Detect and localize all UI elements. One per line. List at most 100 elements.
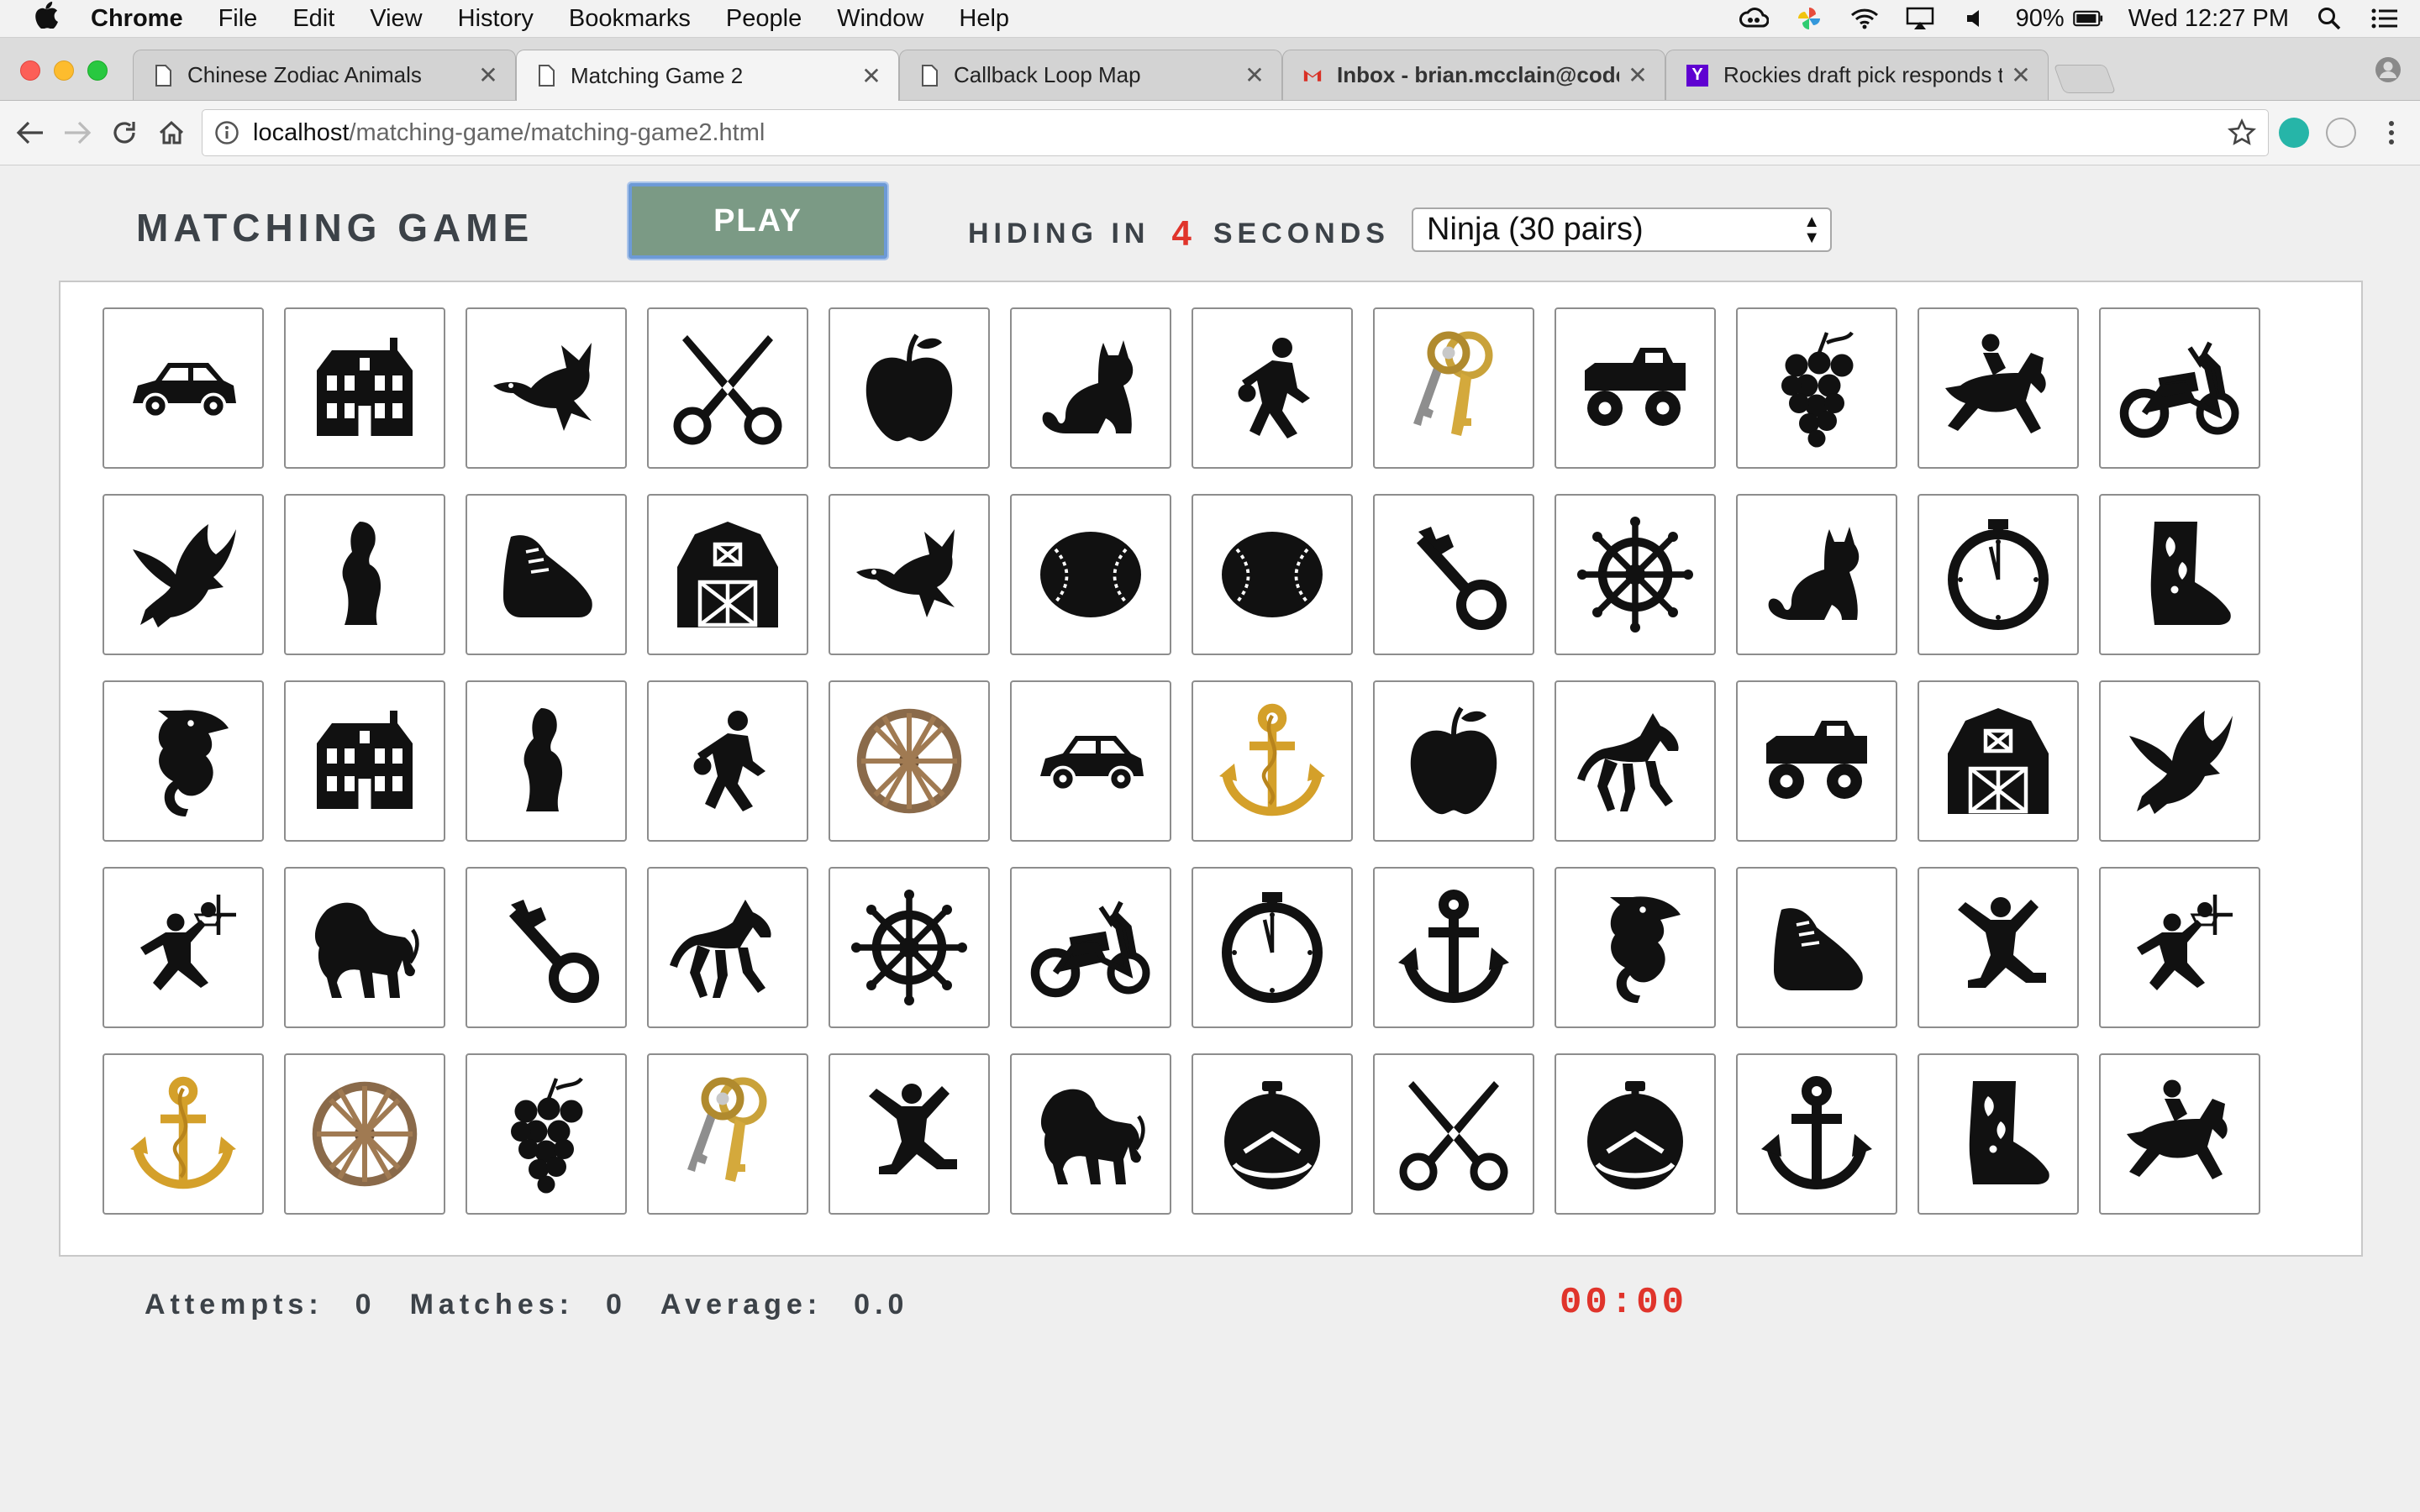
card-seahorse[interactable] [103, 680, 264, 842]
back-arrow-icon[interactable] [13, 116, 47, 150]
close-window-button[interactable] [20, 60, 40, 81]
card-basketball-player[interactable] [647, 680, 808, 842]
card-wagon-wheel[interactable] [829, 680, 990, 842]
card-anchor[interactable] [1373, 867, 1534, 1028]
card-cowboy-boot[interactable] [2099, 494, 2260, 655]
spotlight-search-icon[interactable] [2314, 7, 2344, 30]
wifi-icon[interactable] [1849, 7, 1880, 30]
card-grapes[interactable] [466, 1053, 627, 1215]
menu-bookmarks[interactable]: Bookmarks [569, 5, 691, 33]
card-keys[interactable] [1373, 307, 1534, 469]
menu-help[interactable]: Help [959, 5, 1009, 33]
tab-callback-loop-map[interactable]: Callback Loop Map ✕ [899, 50, 1282, 100]
close-tab-icon[interactable]: ✕ [1628, 61, 1648, 89]
forward-arrow-icon[interactable] [60, 116, 94, 150]
card-barn[interactable] [647, 494, 808, 655]
card-eagle[interactable] [103, 494, 264, 655]
card-wagon-wheel[interactable] [284, 1053, 445, 1215]
card-monster-truck[interactable] [1555, 307, 1716, 469]
card-jumper[interactable] [1918, 867, 2079, 1028]
card-key[interactable] [466, 867, 627, 1028]
card-basketball-player[interactable] [1192, 307, 1353, 469]
airplay-icon[interactable] [1905, 7, 1935, 30]
card-scissors[interactable] [647, 307, 808, 469]
card-cat[interactable] [1010, 307, 1171, 469]
extension-teal-icon[interactable] [2279, 118, 2309, 148]
menu-view[interactable]: View [370, 5, 422, 33]
card-baseball[interactable] [1010, 494, 1171, 655]
card-gold-anchor[interactable] [1192, 680, 1353, 842]
card-grapes[interactable] [1736, 307, 1897, 469]
card-keys[interactable] [647, 1053, 808, 1215]
card-lion[interactable] [1010, 1053, 1171, 1215]
chrome-menu-icon[interactable] [2375, 116, 2408, 150]
tab-yahoo-rockies[interactable]: Y Rockies draft pick responds to ✕ [1665, 50, 2049, 100]
menu-people[interactable]: People [726, 5, 802, 33]
bookmark-star-icon[interactable] [2227, 118, 2257, 147]
card-house[interactable] [284, 307, 445, 469]
card-cat[interactable] [1736, 494, 1897, 655]
card-baseball[interactable] [1192, 494, 1353, 655]
play-button[interactable]: PLAY [627, 181, 889, 260]
zoom-window-button[interactable] [87, 60, 108, 81]
pinwheel-icon[interactable] [1794, 7, 1824, 30]
creative-cloud-icon[interactable] [1739, 7, 1769, 30]
card-horse[interactable] [1555, 680, 1716, 842]
close-tab-icon[interactable]: ✕ [1244, 61, 1265, 89]
card-anchor[interactable] [1736, 1053, 1897, 1215]
card-barn[interactable] [1918, 680, 2079, 842]
card-sneaker[interactable] [1736, 867, 1897, 1028]
card-thinker[interactable] [466, 680, 627, 842]
card-pocket-watch[interactable] [1555, 1053, 1716, 1215]
card-house[interactable] [284, 680, 445, 842]
card-cowboy-boot[interactable] [1918, 1053, 2079, 1215]
tab-gmail-inbox[interactable]: Inbox - brian.mcclain@codeim ✕ [1282, 50, 1665, 100]
card-apple[interactable] [829, 307, 990, 469]
card-jumper[interactable] [829, 1053, 990, 1215]
card-horse[interactable] [647, 867, 808, 1028]
card-jockey[interactable] [2099, 1053, 2260, 1215]
card-slam-dunk[interactable] [2099, 867, 2260, 1028]
menu-edit[interactable]: Edit [292, 5, 334, 33]
card-pocket-watch[interactable] [1192, 1053, 1353, 1215]
volume-icon[interactable] [1960, 7, 1991, 30]
card-eagle[interactable] [2099, 680, 2260, 842]
card-ship-wheel[interactable] [829, 867, 990, 1028]
card-car[interactable] [1010, 680, 1171, 842]
menu-history[interactable]: History [458, 5, 534, 33]
card-stopwatch[interactable] [1918, 494, 2079, 655]
card-apple[interactable] [1373, 680, 1534, 842]
card-thinker[interactable] [284, 494, 445, 655]
close-tab-icon[interactable]: ✕ [861, 62, 881, 90]
card-jockey[interactable] [1918, 307, 2079, 469]
app-menu-chrome[interactable]: Chrome [91, 5, 183, 33]
reload-icon[interactable] [108, 116, 141, 150]
card-scissors[interactable] [1373, 1053, 1534, 1215]
extension-gray-icon[interactable] [2326, 118, 2356, 148]
card-gold-anchor[interactable] [103, 1053, 264, 1215]
card-seahorse[interactable] [1555, 867, 1716, 1028]
battery-icon[interactable] [2072, 7, 2103, 30]
card-motorcycle[interactable] [1010, 867, 1171, 1028]
close-tab-icon[interactable]: ✕ [478, 61, 498, 89]
new-tab-button[interactable] [2053, 65, 2117, 93]
card-motorcycle[interactable] [2099, 307, 2260, 469]
card-slam-dunk[interactable] [103, 867, 264, 1028]
menu-window[interactable]: Window [837, 5, 923, 33]
apple-menu-icon[interactable] [32, 2, 60, 35]
tab-matching-game-2[interactable]: Matching Game 2 ✕ [516, 50, 899, 101]
card-duck[interactable] [829, 494, 990, 655]
address-bar[interactable]: localhost/matching-game/matching-game2.h… [202, 109, 2269, 156]
difficulty-select[interactable]: Ninja (30 pairs) ▲ ▼ [1412, 207, 1832, 252]
card-sneaker[interactable] [466, 494, 627, 655]
card-stopwatch[interactable] [1192, 867, 1353, 1028]
card-ship-wheel[interactable] [1555, 494, 1716, 655]
card-monster-truck[interactable] [1736, 680, 1897, 842]
profile-icon[interactable] [2375, 56, 2402, 83]
tab-chinese-zodiac[interactable]: Chinese Zodiac Animals ✕ [133, 50, 516, 100]
card-duck[interactable] [466, 307, 627, 469]
menubar-clock[interactable]: Wed 12:27 PM [2128, 5, 2289, 33]
site-info-icon[interactable] [214, 120, 239, 145]
notification-center-icon[interactable] [2370, 7, 2400, 30]
home-icon[interactable] [155, 116, 188, 150]
